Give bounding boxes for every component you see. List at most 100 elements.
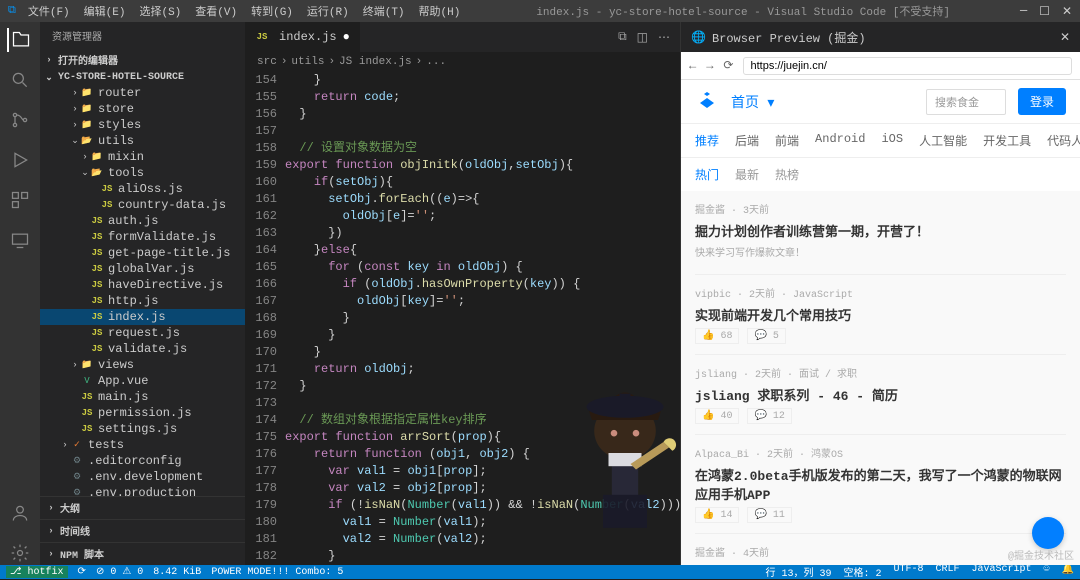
preview-viewport[interactable]: 首页 ▾ 搜索食金 登录 推荐后端前端AndroidiOS人工智能开发工具代码人… xyxy=(681,80,1080,565)
collapsed-section[interactable]: ›NPM 脚本 xyxy=(40,542,245,565)
debug-icon[interactable] xyxy=(8,148,32,172)
menu-item[interactable]: 终端(T) xyxy=(357,1,411,21)
tree-item[interactable]: ⚙.env.production xyxy=(40,485,245,496)
close-preview-icon[interactable]: ✕ xyxy=(1060,30,1070,45)
stat-badge[interactable]: 💬 11 xyxy=(747,507,791,523)
stat-badge[interactable]: 💬 12 xyxy=(747,408,791,424)
split-icon[interactable]: ◫ xyxy=(637,30,648,45)
feedback-icon[interactable]: ☺ xyxy=(1044,564,1050,580)
collapsed-section[interactable]: ›大纲 xyxy=(40,496,245,519)
compare-icon[interactable]: ⧉ xyxy=(618,30,627,44)
explorer-icon[interactable] xyxy=(7,28,31,52)
url-bar[interactable] xyxy=(743,57,1072,75)
tree-item[interactable]: JSrequest.js xyxy=(40,325,245,341)
tree-item[interactable]: ›📁views xyxy=(40,357,245,373)
close-icon[interactable]: ✕ xyxy=(1062,4,1072,19)
nav-item[interactable]: 人工智能 xyxy=(919,132,967,149)
feed-card[interactable]: jsliang · 2天前 · 面试 / 求职jsliang 求职系列 - 46… xyxy=(695,355,1066,435)
code-editor[interactable]: 154 155 156 157 158 159 160 161 162 163 … xyxy=(245,72,680,565)
nav-item[interactable]: 推荐 xyxy=(695,132,719,149)
problems-status[interactable]: ⊘ 0 ⚠ 0 xyxy=(96,566,143,578)
menu-item[interactable]: 选择(S) xyxy=(133,1,187,21)
project-section[interactable]: ⌄YC-STORE-HOTEL-SOURCE xyxy=(40,70,245,85)
feed-card[interactable]: Alpaca_Bi · 2天前 · 鸿蒙OS在鸿蒙2.0beta手机版发布的第二… xyxy=(695,435,1066,534)
card-title[interactable]: 榜单公布｜优质文章排行榜(12.09~12.15) xyxy=(695,564,1066,565)
code-content[interactable]: } return code; } // 设置对象数据为空 export func… xyxy=(285,72,680,565)
tree-item[interactable]: JSmain.js xyxy=(40,389,245,405)
tree-item[interactable]: JScountry-data.js xyxy=(40,197,245,213)
nav-item[interactable]: iOS xyxy=(881,132,903,149)
card-title[interactable]: 掘力计划创作者训练营第一期，开营了！ xyxy=(695,221,1066,240)
tree-item[interactable]: ⚙.editorconfig xyxy=(40,453,245,469)
tree-item[interactable]: ›📁store xyxy=(40,101,245,117)
menu-item[interactable]: 文件(F) xyxy=(22,1,76,21)
tab-index-js[interactable]: JS index.js ● xyxy=(245,22,361,52)
remote-icon[interactable] xyxy=(8,228,32,252)
breadcrumb-item[interactable]: ... xyxy=(426,56,446,68)
search-box[interactable]: 搜索食金 xyxy=(926,89,1006,115)
card-title[interactable]: 在鸿蒙2.0beta手机版发布的第二天，我写了一个鸿蒙的物联网应用手机APP xyxy=(695,465,1066,503)
breadcrumb-item[interactable]: utils xyxy=(291,56,324,68)
nav-item[interactable]: 前端 xyxy=(775,132,799,149)
account-icon[interactable] xyxy=(8,501,32,525)
stat-badge[interactable]: 👍 14 xyxy=(695,507,739,523)
preview-tab[interactable]: 🌐 Browser Preview (掘金) ✕ xyxy=(681,22,1080,52)
tree-item[interactable]: JShttp.js xyxy=(40,293,245,309)
search-icon[interactable] xyxy=(8,68,32,92)
tree-item[interactable]: ›📁router xyxy=(40,85,245,101)
menu-item[interactable]: 查看(V) xyxy=(189,1,243,21)
stat-badge[interactable]: 👍 68 xyxy=(695,328,739,344)
feed-card[interactable]: 掘金酱 · 3天前掘力计划创作者训练营第一期，开营了！快来学习写作爆款文章！ xyxy=(695,191,1066,275)
sort-tab[interactable]: 最新 xyxy=(735,166,759,183)
indent-status[interactable]: 空格: 2 xyxy=(843,564,881,580)
tree-item[interactable]: JSformValidate.js xyxy=(40,229,245,245)
chat-fab-icon[interactable] xyxy=(1032,517,1064,549)
remote-indicator[interactable]: ⎇ hotfix xyxy=(6,566,68,578)
card-title[interactable]: 实现前端开发几个常用技巧 xyxy=(695,305,1066,324)
more-icon[interactable]: ⋯ xyxy=(658,30,670,45)
nav-item[interactable]: 代码人生 xyxy=(1047,132,1080,149)
tree-item[interactable]: ⌄📂utils xyxy=(40,133,245,149)
stat-badge[interactable]: 👍 40 xyxy=(695,408,739,424)
tree-item[interactable]: JSauth.js xyxy=(40,213,245,229)
tree-item[interactable]: JSsettings.js xyxy=(40,421,245,437)
notifications-icon[interactable]: 🔔 xyxy=(1062,564,1074,580)
sync-icon[interactable]: ⟳ xyxy=(78,566,86,578)
reload-icon[interactable]: ⟳ xyxy=(723,58,733,73)
settings-icon[interactable] xyxy=(8,541,32,565)
tree-item[interactable]: JSvalidate.js xyxy=(40,341,245,357)
encoding-status[interactable]: UTF-8 xyxy=(893,564,923,580)
breadcrumb-item[interactable]: src xyxy=(257,56,277,68)
feed-card[interactable]: vipbic · 2天前 · JavaScript实现前端开发几个常用技巧👍 6… xyxy=(695,275,1066,355)
forward-icon[interactable]: → xyxy=(706,59,713,73)
cursor-position[interactable]: 行 13，列 39 xyxy=(765,564,831,580)
maximize-icon[interactable]: ☐ xyxy=(1039,4,1050,19)
breadcrumb-item[interactable]: JS index.js xyxy=(339,56,412,68)
tree-item[interactable]: ›✓tests xyxy=(40,437,245,453)
tree-item[interactable]: VApp.vue xyxy=(40,373,245,389)
menu-item[interactable]: 编辑(E) xyxy=(78,1,132,21)
nav-item[interactable]: Android xyxy=(815,132,865,149)
nav-item[interactable]: 开发工具 xyxy=(983,132,1031,149)
tree-item[interactable]: JSglobalVar.js xyxy=(40,261,245,277)
juejin-logo-icon[interactable] xyxy=(695,90,719,114)
tree-item[interactable]: JSpermission.js xyxy=(40,405,245,421)
tree-item[interactable]: ›📁styles xyxy=(40,117,245,133)
tree-item[interactable]: ⌄📂tools xyxy=(40,165,245,181)
minimize-icon[interactable]: ─ xyxy=(1020,4,1027,19)
tree-item[interactable]: JSaliOss.js xyxy=(40,181,245,197)
menu-item[interactable]: 运行(R) xyxy=(301,1,355,21)
tree-item[interactable]: ›📁mixin xyxy=(40,149,245,165)
eol-status[interactable]: CRLF xyxy=(936,564,960,580)
sort-tab[interactable]: 热榜 xyxy=(775,166,799,183)
stat-badge[interactable]: 💬 5 xyxy=(747,328,785,344)
tree-item[interactable]: JSindex.js xyxy=(40,309,245,325)
sort-tab[interactable]: 热门 xyxy=(695,166,719,183)
menu-item[interactable]: 转到(G) xyxy=(245,1,299,21)
collapsed-section[interactable]: ›时间线 xyxy=(40,519,245,542)
tree-item[interactable]: JShaveDirective.js xyxy=(40,277,245,293)
open-editors-section[interactable]: ›打开的编辑器 xyxy=(40,50,245,70)
card-title[interactable]: jsliang 求职系列 - 46 - 简历 xyxy=(695,385,1066,404)
extensions-icon[interactable] xyxy=(8,188,32,212)
breadcrumb[interactable]: src › utils › JS index.js › ... xyxy=(245,52,680,72)
